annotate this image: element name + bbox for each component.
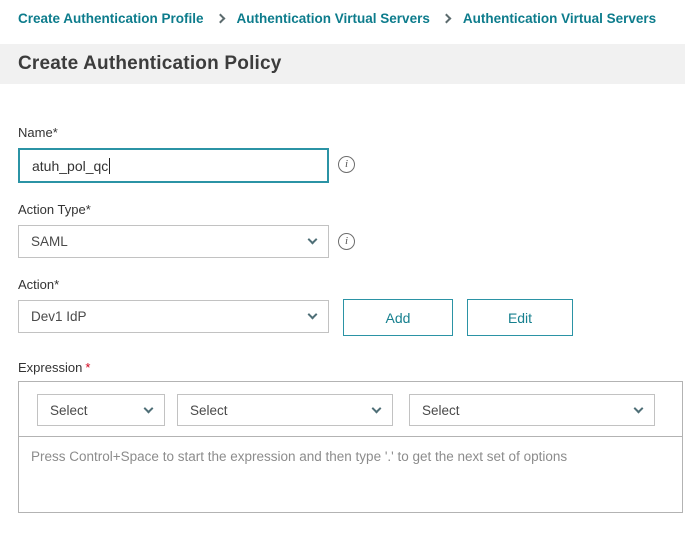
expression-select-1-value: Select [50,403,88,418]
chevron-down-icon [144,403,154,413]
breadcrumb-separator-icon [443,15,450,22]
action-label: Action* [18,277,59,292]
name-input-value: atuh_pol_qc [32,158,108,174]
expression-input[interactable]: Press Control+Space to start the express… [19,437,682,476]
info-icon[interactable]: i [338,233,355,250]
chevron-down-icon [308,310,318,320]
chevron-down-icon [372,403,382,413]
breadcrumb-link-create-authentication-profile[interactable]: Create Authentication Profile [18,11,204,26]
action-select-value: Dev1 IdP [31,309,87,324]
action-type-select[interactable]: SAML [18,225,329,258]
expression-select-3-value: Select [422,403,460,418]
text-caret [109,158,110,174]
info-icon[interactable]: i [338,156,355,173]
expression-select-row: Select Select Select [19,382,682,437]
action-select[interactable]: Dev1 IdP [18,300,329,333]
expression-select-3[interactable]: Select [409,394,655,426]
breadcrumb-link-authentication-virtual-servers[interactable]: Authentication Virtual Servers [237,11,430,26]
expression-select-1[interactable]: Select [37,394,165,426]
breadcrumb-separator-icon [217,15,224,22]
action-type-label: Action Type* [18,202,91,217]
expression-editor: Select Select Select Press Control+Space… [18,381,683,513]
breadcrumb: Create Authentication Profile Authentica… [18,11,700,26]
action-type-select-value: SAML [31,234,68,249]
chevron-down-icon [634,403,644,413]
expression-label: Expression* [18,360,90,375]
add-button[interactable]: Add [343,299,453,336]
expression-select-2[interactable]: Select [177,394,393,426]
name-input[interactable]: atuh_pol_qc [18,148,329,183]
edit-button[interactable]: Edit [467,299,573,336]
page-header: Create Authentication Policy [0,44,685,84]
name-label: Name* [18,125,58,140]
expression-select-2-value: Select [190,403,228,418]
page-title: Create Authentication Policy [18,53,282,75]
breadcrumb-link-authentication-virtual-servers-2[interactable]: Authentication Virtual Servers [463,11,656,26]
chevron-down-icon [308,235,318,245]
create-auth-policy-screen: Create Authentication Profile Authentica… [0,0,700,545]
